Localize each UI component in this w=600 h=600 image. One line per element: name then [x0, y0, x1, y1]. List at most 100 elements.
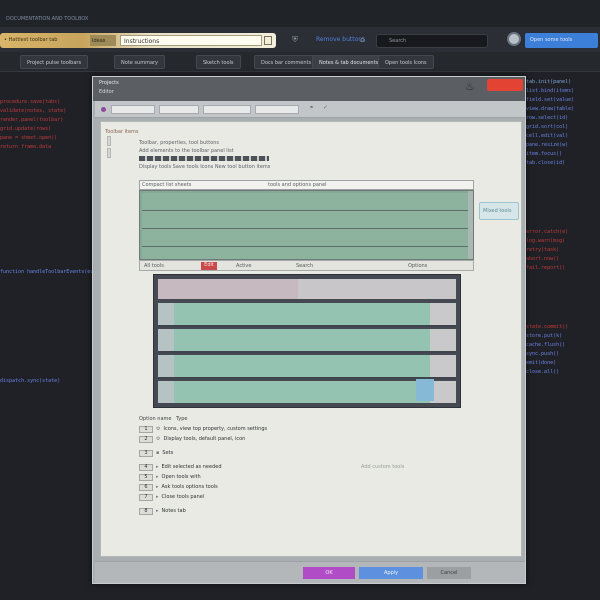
dialog-toolbar: ⚭ ✓: [95, 101, 525, 118]
code-line: fail.report(): [526, 265, 566, 271]
background-code-left: procedure.save(tabs) validate(notes, sta…: [0, 78, 92, 478]
address-bar[interactable]: • Hattiest toolbar tab Ideas Instruction…: [0, 33, 276, 48]
code-line: row.select(id): [526, 115, 569, 121]
ok-button[interactable]: OK: [303, 567, 355, 579]
code-line: log.warn(msg): [526, 238, 566, 244]
panel-title: Toolbar items: [105, 129, 139, 135]
tab-documents[interactable]: Notes & tab documents: [312, 55, 386, 69]
grid-header-label: Compact list sheets: [142, 182, 192, 188]
background-code-right: tab.init(panel) list.bind(items) field.s…: [526, 78, 600, 528]
side-marker: [107, 136, 111, 146]
grid-header: Compact list sheets tools and options pa…: [139, 180, 474, 190]
code-line: cell.edit(val): [526, 133, 569, 139]
selection-marker: [416, 379, 434, 401]
code-line: item.focus(): [526, 151, 563, 157]
code-line: abort.now(): [526, 256, 560, 262]
edit-tag[interactable]: Edit: [201, 262, 217, 270]
option-strip: [139, 156, 269, 161]
list-item[interactable]: 4 ▸ Edit selected as needed: [139, 464, 222, 471]
code-line: procedure.save(tabs): [0, 99, 61, 105]
tool-field[interactable]: [255, 105, 299, 114]
address-input[interactable]: Instructions: [120, 35, 262, 46]
list-item[interactable]: 5 ▸ Open tools with: [139, 474, 201, 481]
code-line: tab.init(panel): [526, 79, 572, 85]
dialog-title: Projects: [99, 80, 119, 86]
side-marker: [107, 148, 111, 158]
preview-grid[interactable]: [153, 274, 461, 408]
tool-field[interactable]: [159, 105, 199, 114]
table-row[interactable]: [158, 303, 456, 327]
code-line: field.set(value): [526, 97, 575, 103]
avatar[interactable]: [507, 32, 521, 46]
list-item[interactable]: 6 ▸ Ask tools options tools: [139, 484, 218, 491]
remove-buttons-link[interactable]: Remove buttons: [316, 36, 365, 43]
scrollbar[interactable]: [468, 191, 473, 259]
table-row[interactable]: [142, 229, 469, 247]
flame-icon[interactable]: ♨: [465, 80, 475, 93]
code-line: retry(task): [526, 247, 560, 253]
window-titlebar: DOCUMENTATION AND TOOLBOX: [0, 0, 600, 28]
grid-header-label: tools and options panel: [268, 182, 327, 188]
list-item[interactable]: 3 ▪ Sets: [139, 450, 173, 457]
code-line: pane.resize(w): [526, 142, 569, 148]
dialog-subtitle: Editor: [99, 89, 114, 95]
description-line: Toolbar, properties, tool buttons: [139, 140, 220, 146]
preview-header: [158, 279, 456, 299]
code-line: emit(done): [526, 360, 557, 366]
window-title: DOCUMENTATION AND TOOLBOX: [6, 16, 89, 22]
cancel-button[interactable]: Cancel: [427, 567, 471, 579]
code-line: render.panel(toolbar): [0, 117, 64, 123]
check-icon[interactable]: ✓: [323, 104, 328, 111]
link-icon[interactable]: ⚭: [309, 104, 314, 111]
tab-icons[interactable]: Open tools Icons: [378, 55, 434, 69]
code-line: grid.update(rows): [0, 126, 52, 132]
table-row[interactable]: [142, 211, 469, 229]
tab-sketch[interactable]: Sketch tools: [196, 55, 241, 69]
table-row[interactable]: [142, 247, 469, 259]
side-badge[interactable]: Mixed tools: [479, 202, 519, 220]
code-line: state.commit(): [526, 324, 569, 330]
tab-notes[interactable]: Note summary: [114, 55, 166, 69]
pin-icon[interactable]: ⌂: [360, 35, 365, 44]
open-tools-button[interactable]: Open some tools: [525, 33, 598, 48]
table-row[interactable]: [158, 329, 456, 353]
apply-button[interactable]: Apply: [359, 567, 423, 579]
table-row[interactable]: [142, 193, 469, 211]
tool-field[interactable]: [203, 105, 251, 114]
tool-field[interactable]: [111, 105, 155, 114]
tab-project[interactable]: Project pulse toolbars: [20, 55, 89, 69]
code-line: store.put(k): [526, 333, 563, 339]
record-icon[interactable]: [101, 107, 106, 112]
grid-footer: All tools Edit Active Search Options: [139, 260, 474, 271]
tools-grid[interactable]: [139, 190, 474, 260]
address-chip[interactable]: Ideas: [90, 35, 116, 46]
search-input[interactable]: Search: [376, 34, 488, 48]
description-line: Add elements to the toolbar panel list: [139, 148, 234, 154]
code-line: sync.push(): [526, 351, 560, 357]
list-item[interactable]: 2 ⚙ Display tools, default panel, icon: [139, 436, 245, 443]
footer-label: Search: [296, 263, 314, 269]
address-dropdown-icon[interactable]: [264, 36, 272, 45]
tab-docs[interactable]: Docs bar comments: [254, 55, 319, 69]
table-row[interactable]: [158, 381, 456, 403]
dialog-footer: OK Apply Cancel: [95, 561, 525, 583]
code-line: cache.flush(): [526, 342, 566, 348]
code-line: view.draw(table): [526, 106, 575, 112]
code-line: pane = sheet.open(): [0, 135, 58, 141]
list-header: Option name: [139, 416, 172, 422]
add-custom-tools-link[interactable]: Add custom tools: [361, 464, 404, 470]
table-row[interactable]: [158, 355, 456, 379]
shield-icon[interactable]: ⛨: [292, 35, 298, 45]
list-header: Type: [176, 416, 188, 422]
code-line: close.all(): [526, 369, 560, 375]
list-item[interactable]: 8 ▸ Notes tab: [139, 508, 186, 515]
list-item[interactable]: 1 ⚙ Icons, view top property, custom setti…: [139, 426, 267, 433]
footer-label: Options: [408, 263, 428, 269]
footer-label: All tools: [144, 263, 164, 269]
dialog-header: Projects Editor ♨: [93, 77, 525, 101]
code-line: tab.close(id): [526, 160, 566, 166]
side-badge-label: Mixed tools: [483, 208, 512, 214]
close-button[interactable]: [487, 79, 523, 91]
code-line: error.catch(e): [526, 229, 569, 235]
list-item[interactable]: 7 ▸ Close tools panel: [139, 494, 204, 501]
